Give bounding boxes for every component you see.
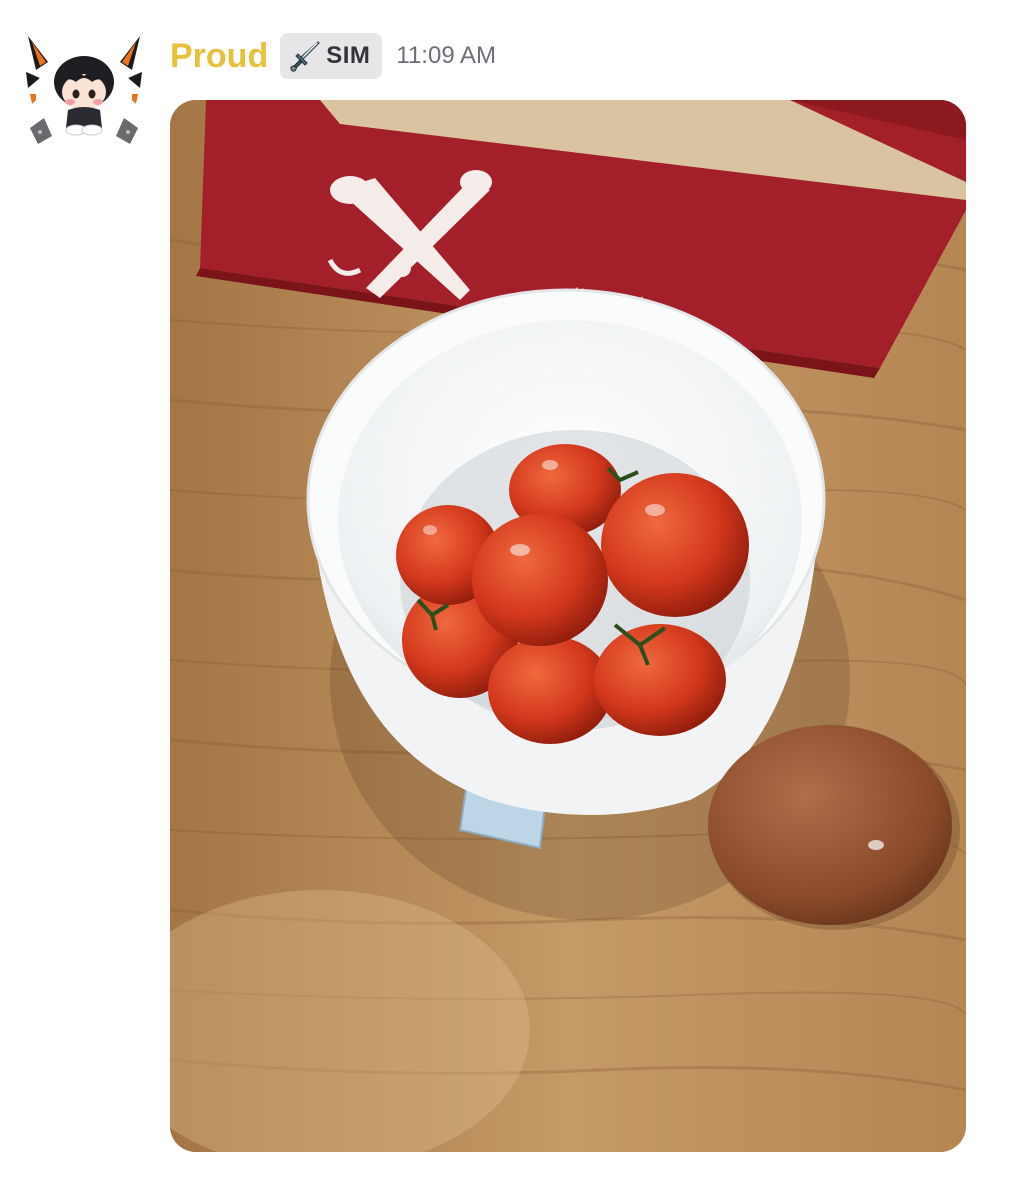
message-header: Proud SIM 11:09 AM xyxy=(170,33,496,79)
sword-icon xyxy=(290,41,321,72)
message-timestamp[interactable]: 11:09 AM xyxy=(396,42,496,70)
server-tag-badge[interactable]: SIM xyxy=(280,33,383,79)
image-attachment[interactable]: 한입생치킨 xyxy=(170,100,966,1152)
server-tag-label: SIM xyxy=(326,42,371,69)
chibi-character-avatar-icon xyxy=(26,36,142,144)
username[interactable]: Proud xyxy=(170,34,268,78)
user-avatar[interactable] xyxy=(22,32,146,156)
chat-message: Proud SIM 11:09 AM xyxy=(0,0,1012,1200)
photo-tomatoes-mug-egg: 한입생치킨 xyxy=(170,100,966,1152)
